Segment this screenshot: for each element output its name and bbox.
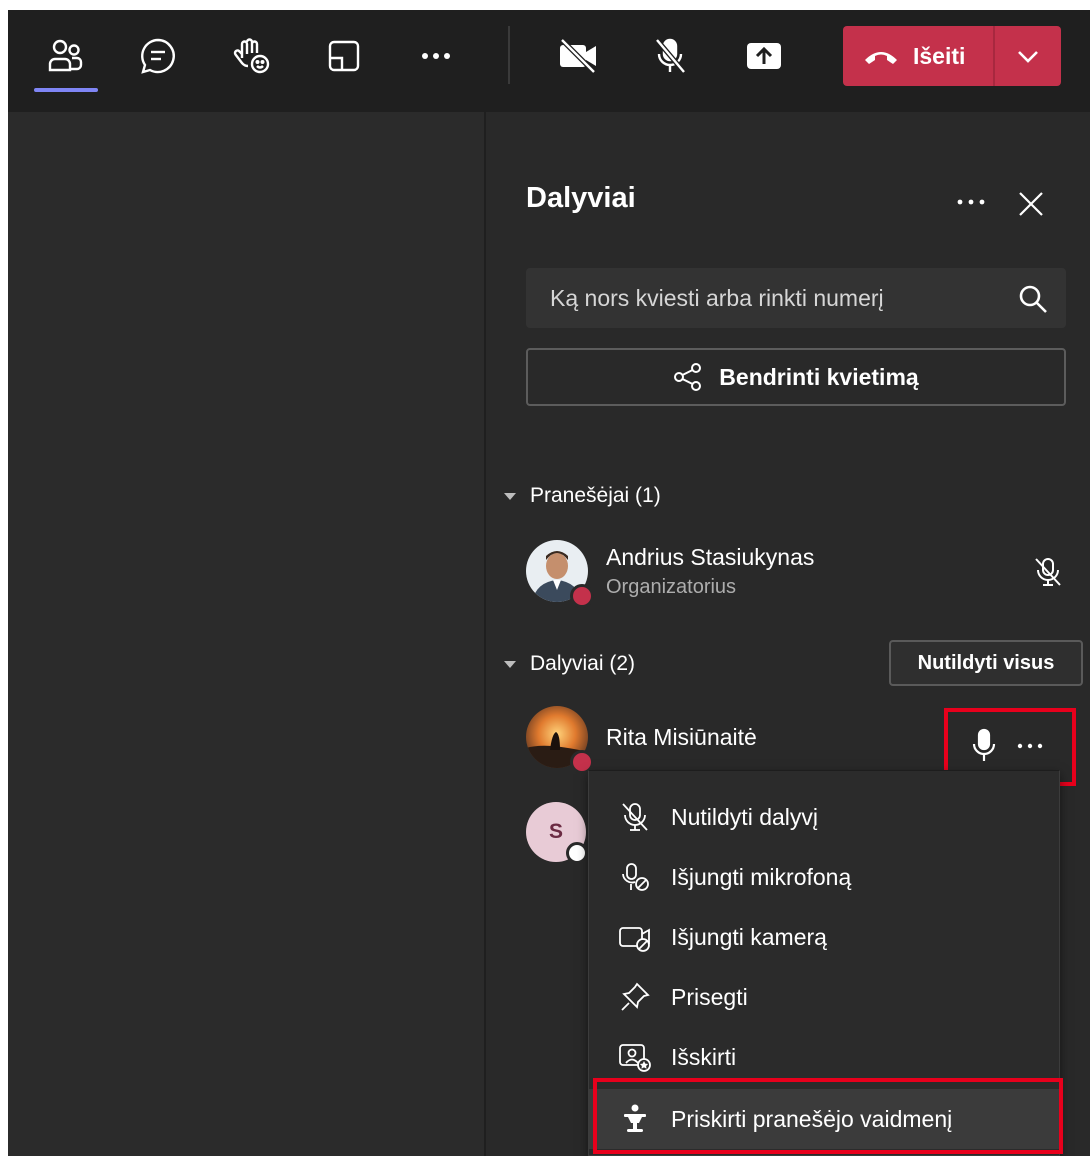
panel-title: Dalyviai [526, 182, 636, 214]
menu-item-pin[interactable]: Prisegti [589, 967, 1059, 1027]
spotlight-icon [619, 1044, 651, 1072]
teams-meeting-window: Išeiti Dalyviai Ką nors kviesti arba rin… [8, 10, 1090, 1156]
presenters-section-header[interactable]: Pranešėjai (1) [504, 484, 661, 508]
menu-item-label: Nutildyti dalyvį [671, 803, 818, 830]
meeting-stage [8, 112, 484, 1156]
leave-button-group: Išeiti [843, 26, 1061, 86]
chevron-down-icon [1018, 51, 1038, 63]
camera-off-icon[interactable] [556, 34, 600, 78]
panel-close-button[interactable] [1008, 182, 1054, 226]
mic-off-icon[interactable] [648, 34, 692, 78]
share-invite-label: Bendrinti kvietimą [719, 363, 919, 390]
participant-name: Andrius Stasiukynas [606, 544, 815, 570]
mic-off-icon [622, 803, 648, 831]
share-icon [674, 363, 702, 391]
menu-item-label: Išjungti kamerą [671, 923, 827, 950]
disable-camera-icon [619, 927, 650, 952]
share-screen-icon[interactable] [742, 34, 786, 78]
menu-item-disable-mic[interactable]: Išjungti mikrofoną [589, 847, 1059, 907]
attendees-section-header[interactable]: Dalyviai (2) [504, 652, 635, 676]
leave-label: Išeiti [913, 42, 966, 69]
menu-item-disable-camera[interactable]: Išjungti kamerą [589, 907, 1059, 967]
status-badge [570, 584, 594, 608]
mic-icon[interactable] [968, 728, 1000, 764]
more-icon [957, 199, 985, 205]
meeting-toolbar: Išeiti [8, 10, 1090, 112]
participant-more-icon[interactable] [1016, 742, 1048, 750]
search-icon[interactable] [1018, 284, 1048, 314]
share-invite-button[interactable]: Bendrinti kvietimą [526, 348, 1066, 406]
leave-options-button[interactable] [995, 26, 1061, 86]
mic-off-icon [1035, 558, 1061, 586]
hang-up-icon [865, 52, 897, 64]
menu-item-label: Išskirti [671, 1043, 737, 1070]
more-icon[interactable] [414, 34, 458, 78]
collapse-triangle-icon [504, 660, 516, 668]
invite-search-box [526, 268, 1066, 328]
collapse-triangle-icon [504, 492, 516, 500]
rooms-icon[interactable] [322, 34, 366, 78]
status-badge [566, 842, 588, 864]
toolbar-separator [508, 26, 510, 84]
participant-role: Organizatorius [606, 576, 737, 598]
presenters-header-label: Pranešėjai (1) [530, 484, 661, 507]
mute-all-button[interactable]: Nutildyti visus [889, 640, 1083, 686]
highlight-box [593, 1078, 1063, 1154]
menu-item-mute-participant[interactable]: Nutildyti dalyvį [589, 787, 1059, 847]
disable-mic-icon [622, 863, 649, 891]
active-tab-indicator [34, 88, 98, 92]
participant-name: Rita Misiūnaitė [606, 724, 757, 750]
chat-icon[interactable] [136, 34, 180, 78]
menu-item-label: Prisegti [671, 983, 748, 1010]
leave-button[interactable]: Išeiti [843, 26, 993, 86]
close-icon [1019, 192, 1043, 216]
participant-row[interactable]: Andrius Stasiukynas Organizatorius [526, 540, 1066, 608]
menu-item-label: Išjungti mikrofoną [671, 863, 852, 890]
invite-search-input[interactable] [526, 268, 1006, 328]
people-icon[interactable] [44, 34, 88, 78]
pin-icon [621, 982, 650, 1011]
panel-more-button[interactable] [948, 182, 994, 222]
raise-hand-icon[interactable] [230, 34, 274, 78]
attendees-header-label: Dalyviai (2) [530, 652, 636, 675]
